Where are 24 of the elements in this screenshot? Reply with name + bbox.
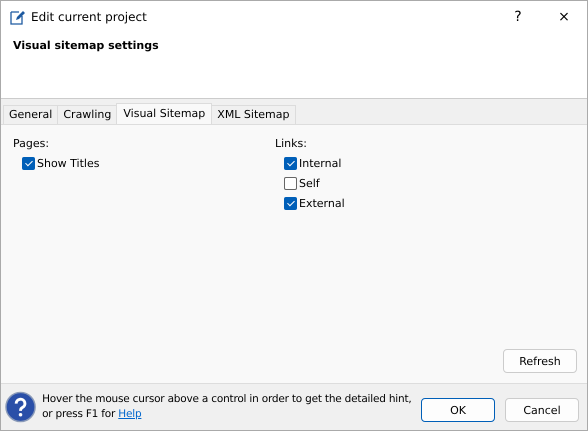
hint-text: Hover the mouse cursor above a control in order to get the detailed hint, or press F1 for Help	[42, 392, 413, 422]
checkbox-label: Show Titles	[37, 157, 100, 170]
checkbox-label: Internal	[299, 157, 342, 170]
ok-button[interactable]: OK	[421, 398, 495, 422]
close-button[interactable]: ×	[541, 9, 587, 25]
tab[interactable]: General	[3, 105, 58, 124]
checkbox[interactable]	[284, 197, 297, 210]
tab[interactable]: Visual Sitemap	[116, 103, 212, 124]
help-icon	[5, 391, 36, 423]
group-label: Links:	[275, 137, 308, 150]
checkbox[interactable]	[284, 177, 297, 190]
checkbox[interactable]	[22, 157, 35, 170]
checkbox[interactable]	[284, 157, 297, 170]
edit-icon	[9, 9, 25, 25]
cancel-button[interactable]: Cancel	[505, 398, 579, 422]
group-label: Pages:	[13, 137, 50, 150]
checkbox-label: External	[299, 197, 345, 210]
refresh-button[interactable]: Refresh	[503, 349, 577, 373]
page-heading: Visual sitemap settings	[13, 39, 159, 52]
help-link[interactable]: Help	[118, 408, 142, 420]
help-button[interactable]: ?	[495, 9, 541, 25]
tab[interactable]: XML Sitemap	[211, 105, 296, 124]
checkbox-label: Self	[299, 177, 320, 190]
window-title: Edit current project	[31, 10, 148, 24]
